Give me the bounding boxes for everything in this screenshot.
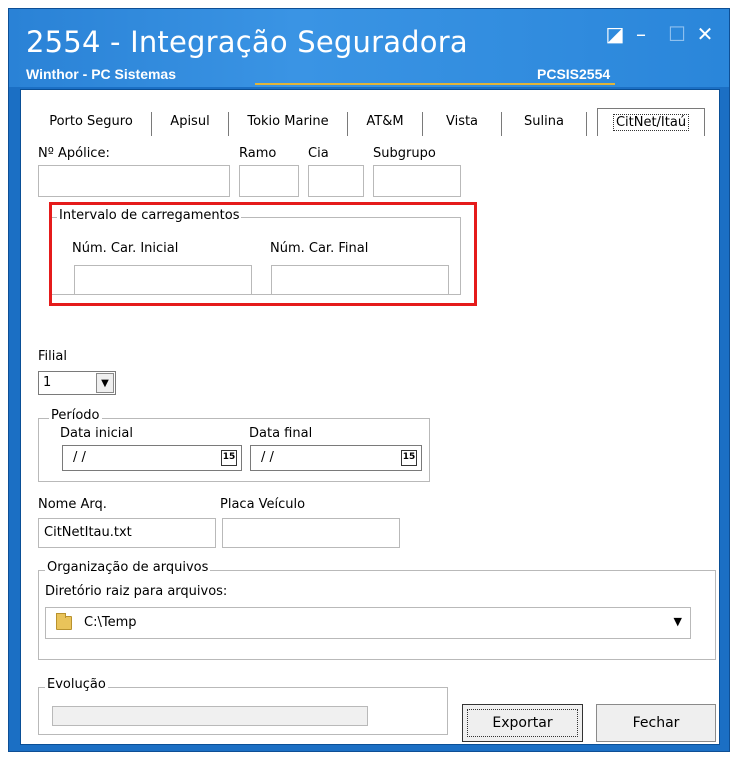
window-title: 2554 - Integração Seguradora	[26, 25, 468, 59]
nome-arq-label: Nome Arq.	[38, 497, 107, 512]
folder-icon	[56, 613, 72, 630]
tab-atm[interactable]: AT&M	[348, 108, 422, 136]
data-inicial-input[interactable]: / / 15	[62, 445, 242, 471]
routine-code: PCSIS2554	[537, 66, 611, 82]
form-body: Porto Seguro Apisul Tokio Marine AT&M Vi…	[20, 89, 720, 745]
ramo-input[interactable]	[239, 165, 299, 197]
organizacao-title: Organização de arquivos	[45, 560, 211, 575]
tab-divider	[586, 112, 587, 136]
fechar-button[interactable]: Fechar	[596, 704, 716, 742]
placa-input[interactable]	[222, 518, 400, 548]
restore-icon[interactable]: ◪	[603, 23, 627, 45]
nome-arq-value: CitNetItau.txt	[44, 525, 132, 540]
tab-vista[interactable]: Vista	[423, 108, 501, 136]
diretorio-value: C:\Temp	[84, 615, 137, 630]
filial-value: 1	[43, 375, 52, 390]
maximize-icon[interactable]: ☐	[665, 23, 689, 45]
tab-porto-seguro[interactable]: Porto Seguro	[31, 108, 151, 136]
filial-label: Filial	[38, 349, 67, 364]
tab-tokio-marine[interactable]: Tokio Marine	[229, 108, 347, 136]
tab-citnet-itau-label: CitNet/Itaú	[612, 114, 690, 131]
exportar-button[interactable]: Exportar	[462, 704, 583, 742]
chevron-down-icon[interactable]: ▼	[674, 615, 682, 628]
diretorio-label: Diretório raiz para arquivos:	[45, 584, 228, 599]
highlight-box	[49, 202, 477, 306]
minimize-icon[interactable]: –	[629, 23, 653, 45]
tab-citnet-itau[interactable]: CitNet/Itaú	[597, 108, 705, 136]
subgrupo-input[interactable]	[373, 165, 461, 197]
tab-sulina[interactable]: Sulina	[502, 108, 586, 136]
close-icon[interactable]: ✕	[693, 23, 717, 45]
app-window: 2554 - Integração Seguradora Winthor - P…	[8, 8, 730, 752]
subgrupo-label: Subgrupo	[373, 146, 436, 161]
evolucao-title: Evolução	[45, 677, 108, 692]
nome-arq-input[interactable]: CitNetItau.txt	[38, 518, 216, 548]
evolucao-progress-bar	[52, 706, 368, 726]
calendar-icon[interactable]: 15	[221, 450, 237, 466]
ramo-label: Ramo	[239, 146, 277, 161]
tab-apisul[interactable]: Apisul	[152, 108, 228, 136]
fechar-label: Fechar	[632, 715, 680, 731]
cia-label: Cia	[308, 146, 329, 161]
apolice-label: Nº Apólice:	[38, 146, 110, 161]
cia-input[interactable]	[308, 165, 364, 197]
title-bar[interactable]: 2554 - Integração Seguradora Winthor - P…	[9, 9, 729, 87]
data-inicial-label: Data inicial	[60, 426, 133, 441]
diretorio-combo[interactable]: C:\Temp ▼	[45, 607, 691, 639]
calendar-icon[interactable]: 15	[401, 450, 417, 466]
apolice-input[interactable]	[38, 165, 230, 197]
data-final-input[interactable]: / / 15	[250, 445, 422, 471]
periodo-title: Período	[49, 408, 102, 423]
data-inicial-value: / /	[73, 450, 86, 465]
title-accent-line	[255, 83, 615, 85]
data-final-label: Data final	[249, 426, 313, 441]
filial-select[interactable]: 1 ▼	[38, 371, 116, 395]
exportar-label: Exportar	[492, 715, 553, 731]
window-subtitle: Winthor - PC Sistemas	[26, 66, 177, 82]
placa-label: Placa Veículo	[220, 497, 306, 512]
data-final-value: / /	[261, 450, 274, 465]
filial-dropdown-icon[interactable]: ▼	[96, 373, 114, 393]
